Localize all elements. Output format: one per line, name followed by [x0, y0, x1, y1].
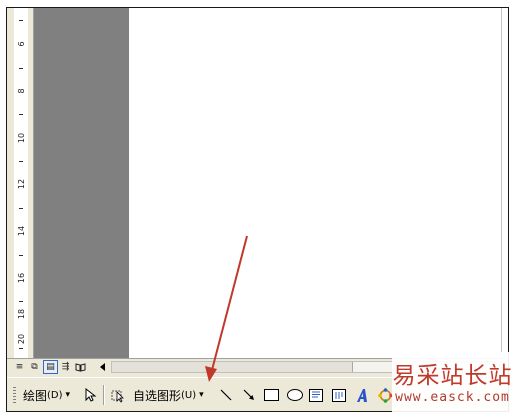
select-objects-button[interactable] [83, 386, 99, 404]
autoshapes-menu-button[interactable]: 自选图形 (U) ▾ [133, 386, 204, 404]
chevron-down-icon: ▾ [65, 390, 71, 400]
ruler-tick [19, 161, 23, 162]
rotate-select-icon [111, 390, 124, 403]
page-margin-area [34, 8, 129, 358]
wordart-icon [356, 388, 367, 402]
ruler-number: 16 [16, 272, 26, 284]
watermark-chinese-text: 易采站长站 [392, 363, 513, 389]
cursor-arrow-icon [85, 388, 97, 402]
vertical-textbox-button[interactable] [331, 386, 346, 404]
scrollbar-thumb[interactable] [112, 362, 353, 372]
ruler-number: 8 [16, 88, 26, 94]
ruler-number: 18 [16, 308, 26, 320]
watermark-url: www.easck.com [395, 390, 510, 405]
triangle-left-icon [100, 363, 105, 371]
print-view-icon: ▤ [46, 362, 55, 372]
arrow-tool-button[interactable] [242, 386, 256, 404]
ruler-tick [19, 20, 23, 21]
ruler-number: 14 [16, 225, 26, 237]
scroll-left-button[interactable] [97, 361, 109, 373]
ruler-tick [19, 301, 23, 302]
ruler-tick [19, 68, 23, 69]
rectangle-icon [263, 389, 279, 401]
draw-label: 绘图 [23, 388, 48, 403]
vertical-textbox-icon [331, 388, 346, 402]
line-icon [220, 389, 232, 401]
ruler-number: 20 [16, 333, 26, 345]
autoshapes-label: 自选图形 [133, 388, 182, 403]
diagram-button[interactable] [377, 386, 393, 404]
arrow-icon [243, 389, 254, 400]
draw-menu-button[interactable]: 绘图 (D) ▾ [23, 386, 70, 404]
oval-icon [286, 389, 303, 401]
toolbar-grip[interactable] [13, 387, 16, 403]
toolbar-separator [103, 385, 105, 405]
wordart-button[interactable] [354, 386, 370, 404]
print-view-button[interactable]: ▤ [43, 360, 58, 374]
line-tool-button[interactable] [219, 386, 233, 404]
outline-view-icon: ⇶ [61, 362, 70, 372]
reading-view-button[interactable] [74, 361, 87, 373]
ruler-tick [19, 208, 23, 209]
ruler-tick [19, 114, 23, 115]
document-page[interactable] [129, 8, 501, 358]
rectangle-tool-button[interactable] [263, 386, 279, 404]
normal-view-icon: ≡ [15, 362, 24, 372]
ruler-tick [19, 255, 23, 256]
oval-tool-button[interactable] [286, 386, 303, 404]
ruler-number: 10 [16, 132, 26, 144]
autoshapes-shortcut: (U) [181, 389, 197, 401]
page-right-edge [501, 8, 508, 358]
web-view-icon: ⧉ [31, 362, 38, 372]
ruler-number: 12 [16, 178, 26, 190]
ruler-tick [19, 348, 23, 349]
watermark: 易采站长站 www.easck.com [392, 352, 513, 412]
normal-view-button[interactable]: ≡ [13, 361, 26, 373]
vertical-ruler[interactable]: 6 8 10 12 14 16 18 20 [7, 8, 34, 358]
ruler-number: 6 [16, 41, 26, 47]
textbox-icon [308, 388, 323, 402]
book-icon [75, 362, 86, 372]
textbox-tool-button[interactable] [308, 386, 323, 404]
web-view-button[interactable]: ⧉ [28, 361, 41, 373]
outline-view-button[interactable]: ⇶ [59, 361, 72, 373]
diagram-icon [377, 387, 393, 403]
free-rotate-button[interactable] [110, 386, 128, 404]
draw-shortcut: (D) [47, 389, 63, 401]
chevron-down-icon: ▾ [199, 390, 204, 400]
